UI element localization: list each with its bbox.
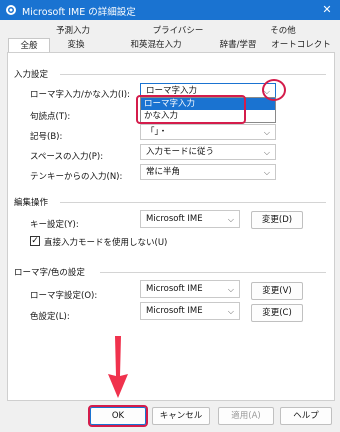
annotation-rect-ok [88, 405, 148, 427]
close-icon[interactable]: ✕ [314, 0, 340, 20]
change-c-button[interactable]: 変更(C) [251, 304, 303, 322]
color-setting-label: 色設定(L): [30, 312, 70, 322]
section-edit: 編集操作 [14, 196, 48, 208]
space-label: スペースの入力(P): [30, 152, 104, 162]
color-setting-value: Microsoft IME [146, 306, 203, 316]
annotation-rect-dropdown [136, 95, 246, 124]
punctuation-label: 句読点(T): [30, 112, 71, 122]
change-v-button[interactable]: 変更(V) [251, 282, 303, 300]
window-title: Microsoft IME の詳細設定 [22, 7, 136, 18]
divider [100, 272, 326, 273]
tab-row-top: 予測入力 プライバシー その他 [8, 24, 332, 39]
tenkey-select[interactable]: 常に半角 ⌵ [140, 164, 276, 180]
section-edit-title: 編集操作 [14, 198, 49, 208]
divider [60, 202, 326, 203]
chevron-down-icon: ⌵ [263, 168, 270, 177]
romaji-setting-select[interactable]: Microsoft IME ⌵ [140, 280, 240, 298]
space-select[interactable]: 入力モードに従う ⌵ [140, 144, 276, 160]
romaji-setting-value: Microsoft IME [146, 284, 203, 294]
title-bar: Microsoft IME の詳細設定 ✕ [0, 0, 340, 20]
tab-privacy[interactable]: プライバシー [138, 24, 218, 39]
ime-gear-icon [6, 5, 16, 15]
chevron-down-icon: ⌵ [263, 128, 270, 137]
tab-dictionary[interactable]: 辞書/学習 [208, 38, 268, 53]
divider [60, 74, 326, 75]
chevron-down-icon: ⌵ [263, 148, 270, 157]
chevron-down-icon: ⌵ [227, 307, 234, 316]
key-setting-value: Microsoft IME [146, 214, 203, 224]
tab-prediction[interactable]: 予測入力 [38, 24, 108, 39]
apply-button[interactable]: 適用(A) [218, 407, 274, 425]
key-setting-label: キー設定(Y): [30, 220, 79, 230]
symbol-select[interactable]: 「」・ ⌵ [140, 124, 276, 140]
tab-row-bottom: 全般 変換 和英混在入力 辞書/学習 オートコレクト [8, 38, 332, 55]
down-arrow-annotation [108, 336, 128, 398]
tab-conversion[interactable]: 変換 [54, 38, 98, 53]
chevron-down-icon: ⌵ [227, 215, 234, 224]
color-setting-select[interactable]: Microsoft IME ⌵ [140, 302, 240, 320]
tab-other[interactable]: その他 [238, 24, 328, 39]
romaji-setting-label: ローマ字設定(O): [30, 291, 98, 301]
direct-input-checkbox[interactable]: ✓ [30, 236, 40, 246]
section-romaji-color-title: ローマ字/色の設定 [14, 268, 85, 278]
cancel-button[interactable]: キャンセル [152, 407, 210, 425]
symbol-label: 記号(B): [30, 132, 63, 142]
help-button[interactable]: ヘルプ [280, 407, 332, 425]
change-d-button[interactable]: 変更(D) [251, 211, 303, 229]
tenkey-value: 常に半角 [146, 167, 181, 177]
section-romaji-color: ローマ字/色の設定 [14, 266, 85, 278]
direct-input-label: 直接入力モードを使用しない(U) [44, 238, 168, 248]
annotation-circle [262, 79, 286, 101]
key-setting-select[interactable]: Microsoft IME ⌵ [140, 210, 240, 228]
tenkey-label: テンキーからの入力(N): [30, 172, 123, 182]
section-input: 入力設定 [14, 68, 48, 80]
romaji-kana-label: ローマ字入力/かな入力(I): [30, 90, 130, 100]
section-input-title: 入力設定 [14, 70, 49, 80]
symbol-value: 「」・ [146, 127, 168, 137]
chevron-down-icon: ⌵ [227, 285, 234, 294]
space-value: 入力モードに従う [146, 147, 215, 157]
tab-autocorrect[interactable]: オートコレクト [270, 38, 332, 53]
tab-mixed-input[interactable]: 和英混在入力 [108, 38, 204, 53]
